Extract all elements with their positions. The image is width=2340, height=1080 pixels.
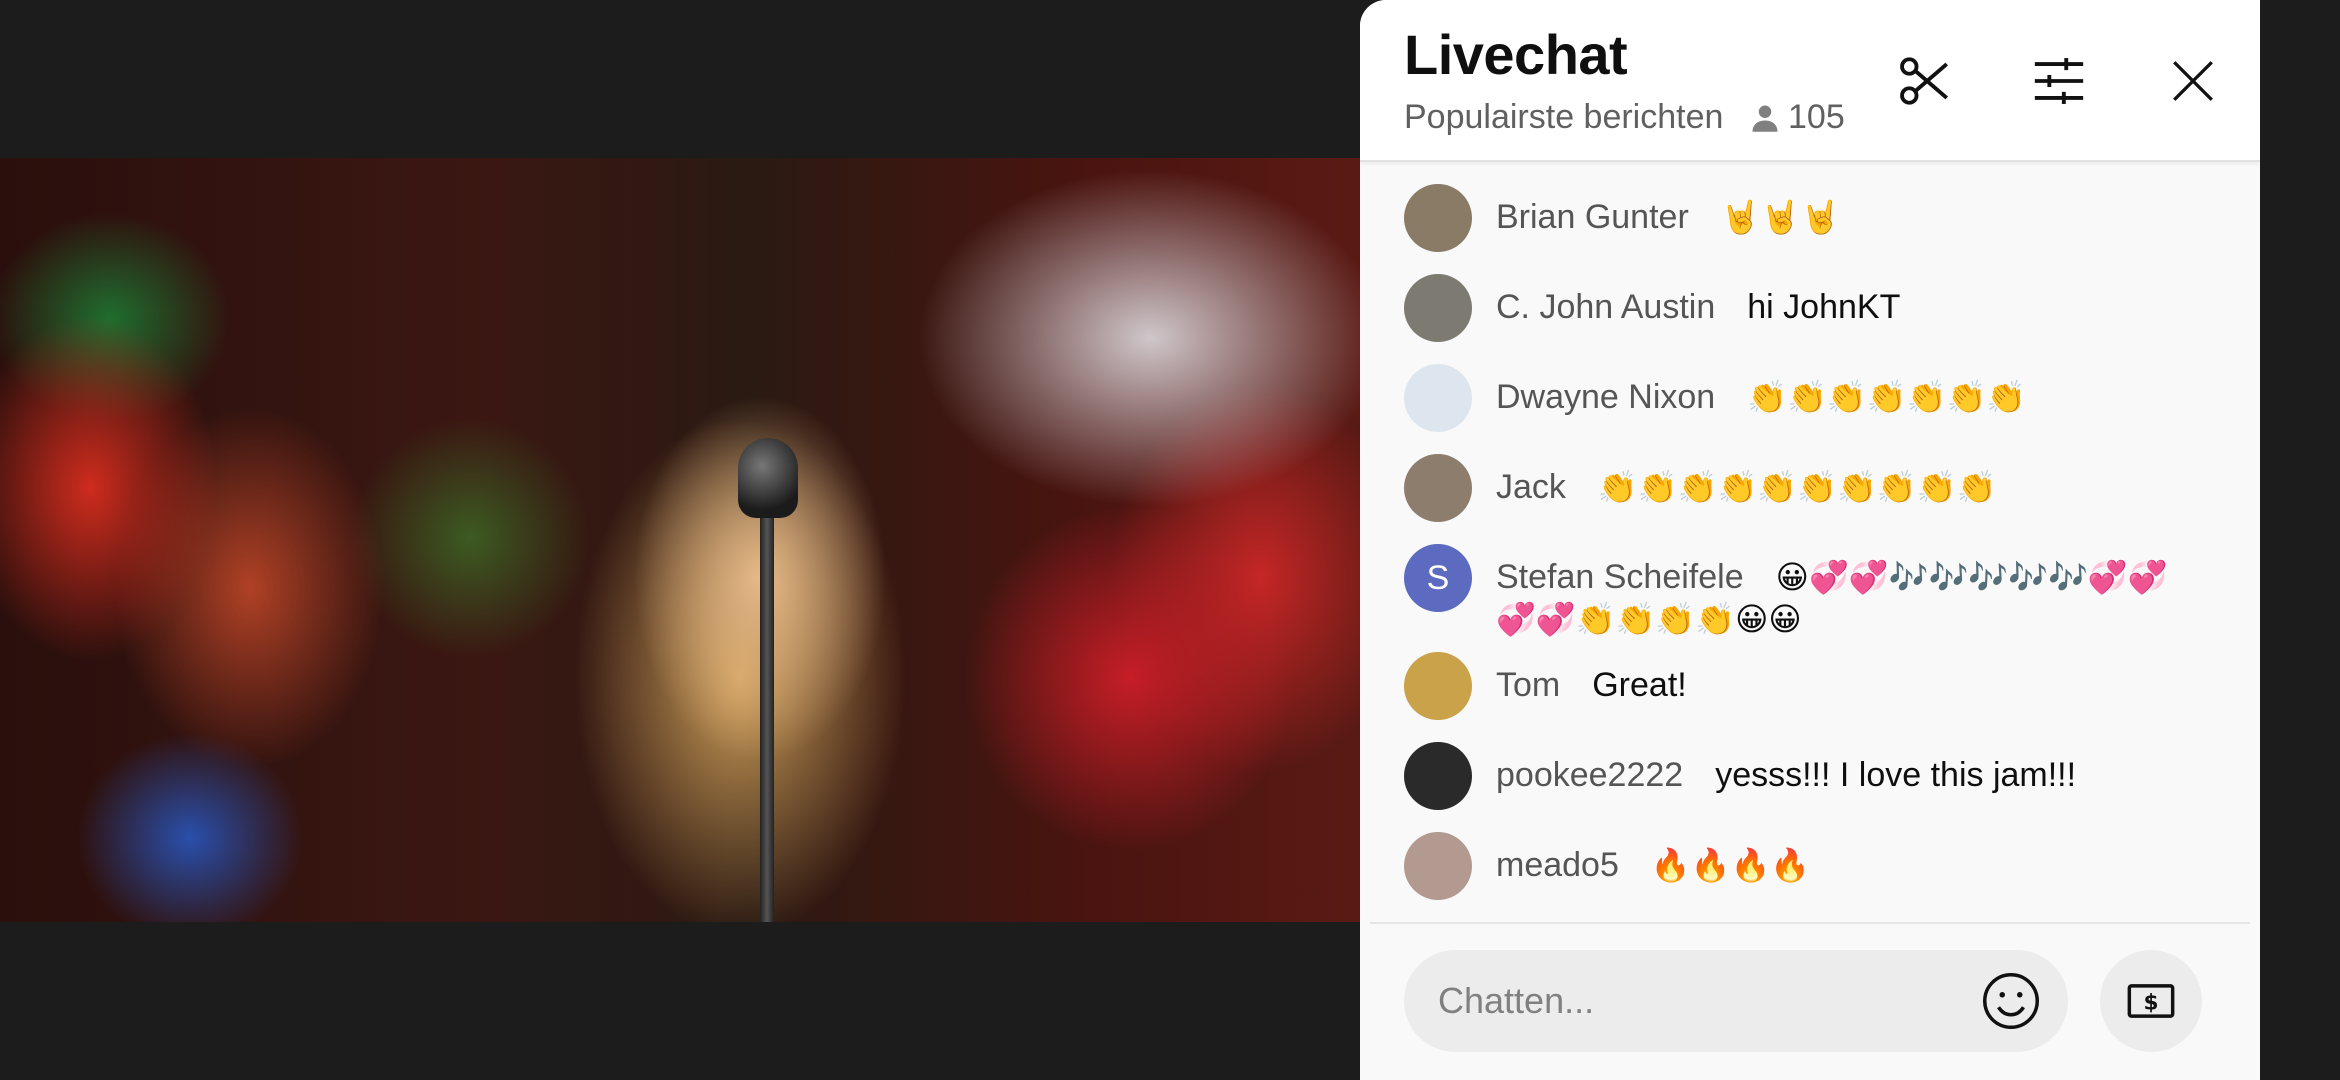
divider — [1370, 922, 2250, 924]
avatar[interactable] — [1404, 364, 1472, 432]
microphone — [738, 438, 798, 518]
avatar[interactable] — [1404, 832, 1472, 900]
chat-message[interactable]: Dwayne Nixon 👏👏👏👏👏👏👏 — [1404, 364, 2244, 432]
message-text: 🤘🤘🤘 — [1720, 198, 1841, 236]
chat-message[interactable]: S Stefan Scheifele 😀💞💞🎶🎶🎶🎶🎶💞💞💞💞👏👏👏👏😀😀 — [1404, 544, 2244, 640]
chat-message[interactable]: Jack 👏👏👏👏👏👏👏👏👏👏 — [1404, 454, 2244, 522]
message-text: yesss!!! I love this jam!!! — [1715, 756, 2077, 794]
avatar[interactable]: S — [1404, 544, 1472, 612]
chat-message[interactable]: C. John Austin hi JohnKT — [1404, 274, 2244, 342]
message-text: Great! — [1592, 666, 1687, 704]
message-author[interactable]: Stefan Scheifele — [1496, 558, 1744, 596]
message-text: hi JohnKT — [1747, 288, 1901, 326]
message-author[interactable]: pookee2222 — [1496, 756, 1683, 794]
message-author[interactable]: Dwayne Nixon — [1496, 378, 1715, 416]
chat-mode-selector[interactable]: Populairste berichten — [1404, 98, 1723, 137]
avatar[interactable] — [1404, 184, 1472, 252]
message-author[interactable]: C. John Austin — [1496, 288, 1715, 326]
chat-message[interactable]: Tom Great! — [1404, 652, 2244, 720]
chat-message[interactable]: pookee2222 yesss!!! I love this jam!!! — [1404, 742, 2244, 810]
chat-header: Livechat Populairste berichten 105 — [1360, 0, 2260, 162]
viewer-count: 105 — [1750, 98, 1845, 137]
viewer-count-value: 105 — [1788, 98, 1845, 136]
background-strip — [2260, 0, 2340, 1080]
message-text: 👏👏👏👏👏👏👏👏👏👏 — [1597, 468, 1997, 506]
close-icon — [2173, 61, 2213, 101]
message-author[interactable]: Tom — [1496, 666, 1560, 704]
sliders-icon — [2034, 58, 2084, 104]
message-author[interactable]: Jack — [1496, 468, 1566, 506]
svg-text:$: $ — [2143, 991, 2158, 1016]
livechat-panel: Livechat Populairste berichten 105 Brian… — [1360, 0, 2260, 1080]
clip-button[interactable] — [1888, 44, 1962, 118]
close-chat-button[interactable] — [2156, 44, 2230, 118]
scissors-icon — [1900, 57, 1949, 105]
message-author[interactable]: meado5 — [1496, 846, 1619, 884]
message-author[interactable]: Brian Gunter — [1496, 198, 1689, 236]
avatar[interactable] — [1404, 454, 1472, 522]
smiley-icon — [1983, 973, 2039, 1029]
avatar[interactable] — [1404, 274, 1472, 342]
avatar[interactable] — [1404, 742, 1472, 810]
message-text: 🔥🔥🔥🔥 — [1650, 846, 1811, 884]
chat-message[interactable]: meado5 🔥🔥🔥🔥 — [1404, 832, 2244, 900]
message-text: 👏👏👏👏👏👏👏 — [1747, 378, 2027, 416]
chat-title: Livechat — [1404, 23, 1628, 86]
chat-settings-button[interactable] — [2022, 44, 2096, 118]
chat-message[interactable]: Brian Gunter 🤘🤘🤘 — [1404, 184, 2244, 252]
dollar-bill-icon: $ — [2127, 984, 2175, 1018]
avatar[interactable] — [1404, 652, 1472, 720]
emoji-button[interactable] — [1976, 966, 2046, 1036]
chat-input[interactable]: Chatten... — [1404, 950, 2068, 1052]
super-chat-button[interactable]: $ — [2100, 950, 2202, 1052]
chat-input-placeholder: Chatten... — [1438, 980, 1595, 1021]
person-icon — [1752, 105, 1778, 132]
video-player[interactable] — [0, 158, 1360, 922]
mic-stand — [760, 458, 774, 922]
